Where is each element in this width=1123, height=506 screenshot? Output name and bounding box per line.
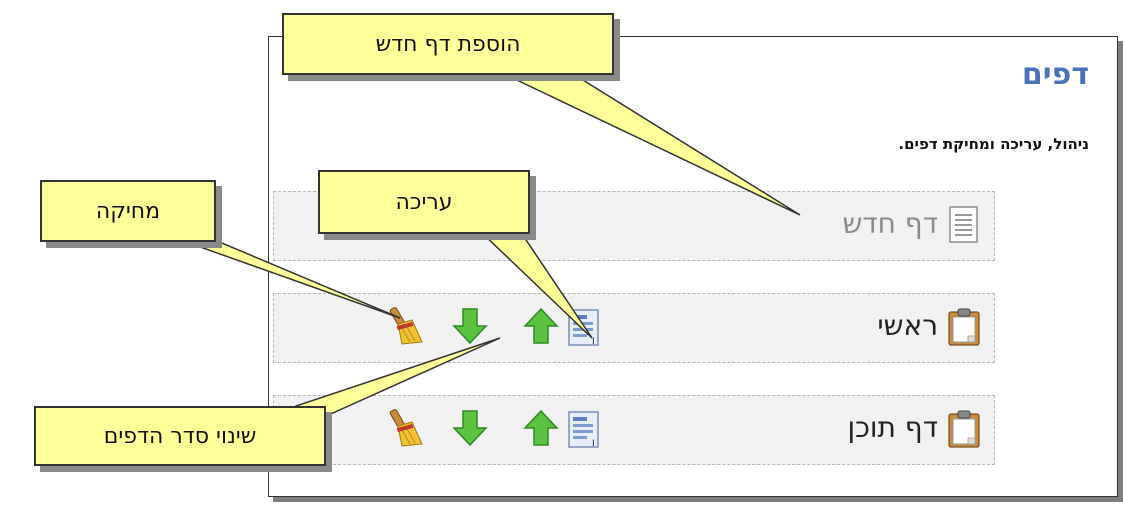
reorder-pointer bbox=[294, 337, 501, 426]
edit-callout: עריכה bbox=[318, 170, 530, 234]
reorder-callout: שינוי סדר הדפים bbox=[34, 406, 326, 466]
edit-pointer bbox=[478, 230, 593, 339]
delete-pointer bbox=[174, 237, 401, 319]
add-page-pointer bbox=[499, 71, 801, 216]
delete-callout: מחיקה bbox=[40, 180, 216, 242]
add-page-callout: הוספת דף חדש bbox=[282, 13, 614, 75]
